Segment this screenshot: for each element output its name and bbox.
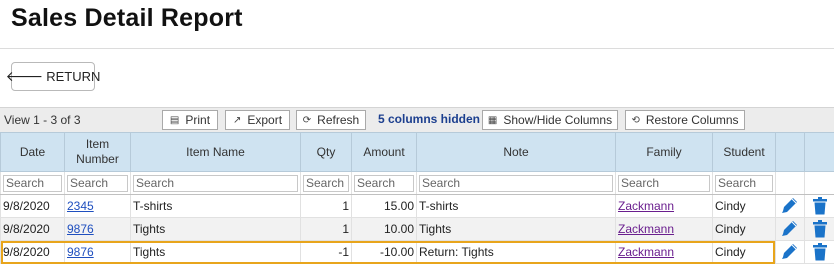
table-row: 9/8/2020 9876 Tights -1 -10.00 Return: T… bbox=[0, 240, 834, 264]
print-icon: ▤ bbox=[169, 114, 180, 126]
cell-qty: 1 bbox=[300, 217, 352, 241]
export-label: Export bbox=[247, 113, 283, 127]
view-count: View 1 - 3 of 3 bbox=[4, 113, 81, 127]
col-header-qty[interactable]: Qty bbox=[300, 132, 352, 172]
refresh-icon: ⟳ bbox=[302, 114, 312, 126]
pencil-icon[interactable] bbox=[778, 220, 802, 238]
col-header-edit bbox=[775, 132, 805, 172]
filter-row bbox=[0, 171, 834, 195]
trash-icon[interactable] bbox=[807, 220, 832, 238]
cell-date: 9/8/2020 bbox=[0, 217, 65, 241]
show-hide-label: Show/Hide Columns bbox=[503, 113, 613, 127]
show-hide-columns-button[interactable]: ▦ Show/Hide Columns bbox=[482, 110, 618, 130]
return-button[interactable]: 🡐 RETURN bbox=[6, 62, 100, 91]
cell-qty: -1 bbox=[300, 240, 352, 264]
filter-spacer bbox=[775, 171, 805, 195]
family-link[interactable]: Zackmann bbox=[618, 222, 674, 236]
header-row: Date Item Number Item Name Qty Amount Not… bbox=[0, 132, 834, 172]
print-label: Print bbox=[185, 113, 211, 127]
cell-family: Zackmann bbox=[615, 217, 713, 241]
cell-amount: -10.00 bbox=[351, 240, 417, 264]
cell-student: Cindy bbox=[712, 194, 776, 218]
item-number-link[interactable]: 2345 bbox=[67, 199, 94, 213]
cell-item-number: 9876 bbox=[64, 217, 131, 241]
refresh-button[interactable]: ⟳ Refresh bbox=[296, 110, 366, 130]
filter-spacer bbox=[804, 171, 834, 195]
col-header-delete bbox=[804, 132, 834, 172]
date-search-input[interactable] bbox=[3, 174, 62, 192]
trash-icon[interactable] bbox=[807, 197, 832, 215]
family-link[interactable]: Zackmann bbox=[618, 199, 674, 213]
student-search-input[interactable] bbox=[715, 174, 773, 192]
edit-cell bbox=[775, 194, 805, 218]
cell-item-name: Tights bbox=[130, 217, 301, 241]
table-row: 9/8/2020 2345 T-shirts 1 15.00 T-shirts … bbox=[0, 194, 834, 218]
qty-search-input[interactable] bbox=[303, 174, 349, 192]
amount-search-input[interactable] bbox=[354, 174, 414, 192]
col-header-item-number[interactable]: Item Number bbox=[64, 132, 131, 172]
columns-icon: ▦ bbox=[487, 114, 498, 126]
header-item-label: Item bbox=[85, 137, 110, 151]
cell-amount: 15.00 bbox=[351, 194, 417, 218]
family-link[interactable]: Zackmann bbox=[618, 245, 674, 259]
cell-date: 9/8/2020 bbox=[0, 194, 65, 218]
delete-cell bbox=[804, 194, 834, 218]
sales-table: Date Item Number Item Name Qty Amount Not… bbox=[0, 132, 834, 264]
col-header-family[interactable]: Family bbox=[615, 132, 713, 172]
item-number-link[interactable]: 9876 bbox=[67, 222, 94, 236]
edit-cell bbox=[775, 240, 805, 264]
cell-amount: 10.00 bbox=[351, 217, 417, 241]
note-search-input[interactable] bbox=[419, 174, 613, 192]
title-divider bbox=[0, 48, 834, 49]
col-header-student[interactable]: Student bbox=[712, 132, 776, 172]
grid-toolbar: View 1 - 3 of 3 ▤ Print ↗ Export ⟳ Refre… bbox=[0, 107, 834, 132]
cell-family: Zackmann bbox=[615, 240, 713, 264]
return-label: RETURN bbox=[46, 69, 101, 84]
col-header-item-name[interactable]: Item Name bbox=[130, 132, 301, 172]
col-header-date[interactable]: Date bbox=[0, 132, 65, 172]
restore-icon: ⟲ bbox=[631, 114, 640, 126]
delete-cell bbox=[804, 217, 834, 241]
table-row: 9/8/2020 9876 Tights 1 10.00 Tights Zack… bbox=[0, 217, 834, 241]
cell-note: Return: Tights bbox=[416, 240, 616, 264]
refresh-label: Refresh bbox=[317, 113, 360, 127]
delete-cell bbox=[804, 240, 834, 264]
cell-item-number: 2345 bbox=[64, 194, 131, 218]
family-search-input[interactable] bbox=[618, 174, 710, 192]
cell-qty: 1 bbox=[300, 194, 352, 218]
item-number-search-input[interactable] bbox=[67, 174, 128, 192]
edit-cell bbox=[775, 217, 805, 241]
col-header-amount[interactable]: Amount bbox=[351, 132, 417, 172]
item-name-search-input[interactable] bbox=[133, 174, 298, 192]
restore-label: Restore Columns bbox=[645, 113, 739, 127]
trash-icon[interactable] bbox=[807, 243, 832, 261]
cell-family: Zackmann bbox=[615, 194, 713, 218]
col-header-note[interactable]: Note bbox=[416, 132, 616, 172]
arrow-left-icon: 🡐 bbox=[5, 68, 44, 84]
item-number-link[interactable]: 9876 bbox=[67, 245, 94, 259]
cell-item-number: 9876 bbox=[64, 240, 131, 264]
cell-student: Cindy bbox=[712, 217, 776, 241]
page-title: Sales Detail Report bbox=[11, 4, 243, 32]
export-button[interactable]: ↗ Export bbox=[225, 110, 290, 130]
cell-note: Tights bbox=[416, 217, 616, 241]
print-button[interactable]: ▤ Print bbox=[162, 110, 218, 130]
cell-item-name: T-shirts bbox=[130, 194, 301, 218]
cell-date: 9/8/2020 bbox=[0, 240, 65, 264]
cell-student: Cindy bbox=[712, 240, 776, 264]
export-icon: ↗ bbox=[232, 114, 242, 126]
cell-item-name: Tights bbox=[130, 240, 301, 264]
pencil-icon[interactable] bbox=[778, 197, 802, 215]
restore-columns-button[interactable]: ⟲ Restore Columns bbox=[625, 110, 745, 130]
pencil-icon[interactable] bbox=[778, 243, 802, 261]
header-number-label: Number bbox=[76, 152, 119, 166]
cell-note: T-shirts bbox=[416, 194, 616, 218]
hidden-columns-note[interactable]: 5 columns hidden bbox=[378, 112, 480, 126]
